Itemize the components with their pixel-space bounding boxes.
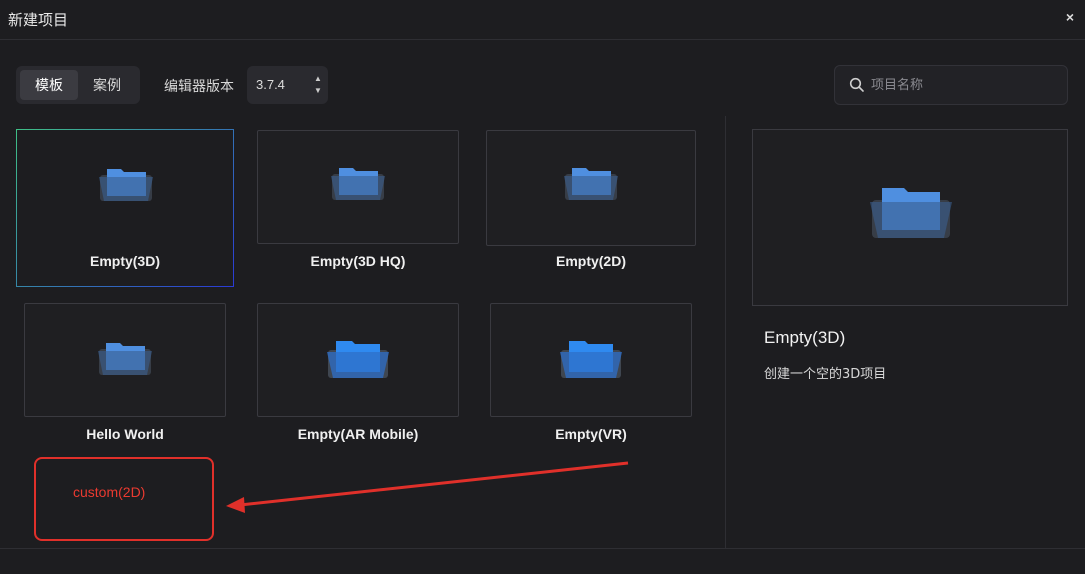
template-card-empty-2d[interactable]: Empty(2D) bbox=[486, 130, 696, 269]
folder-icon bbox=[98, 343, 152, 375]
folder-icon bbox=[870, 188, 952, 238]
folder-icon bbox=[564, 168, 618, 200]
tab-examples[interactable]: 案例 bbox=[78, 70, 136, 100]
search-icon bbox=[849, 77, 864, 92]
search-box[interactable] bbox=[834, 65, 1068, 105]
template-label: Empty(AR Mobile) bbox=[297, 426, 419, 442]
window-title: 新建项目 bbox=[8, 11, 69, 29]
editor-version-label: 编辑器版本 bbox=[164, 79, 234, 95]
preview-title: Empty(3D) bbox=[764, 328, 846, 347]
stepper-arrows-icon[interactable]: ▲ ▼ bbox=[314, 75, 322, 95]
template-card-hello-world[interactable]: Hello World bbox=[24, 303, 226, 443]
preview-description: 创建一个空的3D项目 bbox=[764, 367, 887, 382]
search-input[interactable] bbox=[871, 72, 1061, 98]
template-label: Empty(2D) bbox=[555, 253, 626, 269]
close-icon[interactable]: × bbox=[1061, 8, 1079, 26]
tab-templates[interactable]: 模板 bbox=[20, 70, 78, 100]
folder-icon bbox=[560, 341, 622, 378]
panel-divider bbox=[725, 116, 726, 548]
folder-icon bbox=[327, 341, 389, 378]
folder-icon bbox=[99, 169, 153, 201]
template-card-empty-3d-hq[interactable]: Empty(3D HQ) bbox=[257, 130, 459, 269]
template-label: Empty(VR) bbox=[555, 426, 627, 442]
template-label: Empty(3D HQ) bbox=[310, 253, 406, 269]
tab-switcher: 模板 案例 bbox=[16, 66, 140, 104]
template-card-empty-ar-mobile[interactable]: Empty(AR Mobile) bbox=[257, 303, 459, 443]
template-card-empty-3d[interactable]: Empty(3D) bbox=[16, 129, 234, 287]
editor-version-select[interactable]: 3.7.4 ▲ ▼ bbox=[247, 66, 328, 104]
footer-divider bbox=[0, 548, 1085, 549]
template-label: Hello World bbox=[86, 426, 164, 442]
editor-version-value: 3.7.4 bbox=[256, 77, 285, 92]
template-preview bbox=[752, 129, 1068, 306]
annotation-label: custom(2D) bbox=[73, 484, 146, 500]
title-bar: 新建项目 × bbox=[0, 0, 1085, 40]
template-label: Empty(3D) bbox=[89, 253, 160, 269]
folder-icon bbox=[331, 168, 385, 200]
template-card-empty-vr[interactable]: Empty(VR) bbox=[490, 303, 692, 443]
